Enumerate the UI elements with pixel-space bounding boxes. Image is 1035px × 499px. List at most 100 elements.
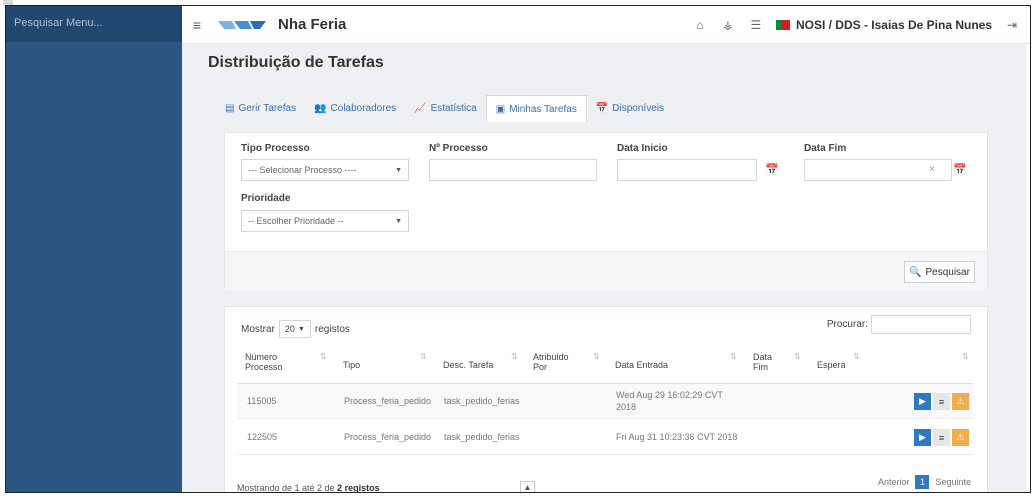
table-info-total: 2 registos xyxy=(337,483,380,493)
chart-icon: 📈 xyxy=(414,103,427,114)
tipo-processo-value: --- Selecionar Processo ---- xyxy=(248,165,357,175)
app-logo xyxy=(218,20,266,29)
calendar-icon: 📅 xyxy=(595,103,609,114)
data-inicio-input[interactable] xyxy=(617,159,757,181)
sort-icon[interactable]: ⇅ xyxy=(420,352,427,361)
alert-icon[interactable]: ⚠ xyxy=(952,429,969,446)
pager-current-page[interactable]: 1 xyxy=(915,475,930,489)
tab-colaboradores[interactable]: 👥 Colaboradores xyxy=(305,95,405,122)
sort-icon[interactable]: ⇅ xyxy=(962,352,969,361)
tab-label: Disponíveis xyxy=(612,103,664,114)
num-processo-label: Nº Processo xyxy=(429,143,488,154)
search-button-label: Pesquisar xyxy=(925,266,970,278)
page-length-control: Mostrar 20 ▼ registos xyxy=(241,320,350,338)
task-icon: ▣ xyxy=(495,103,506,115)
app-title: Nha Feria xyxy=(278,16,347,33)
col-data-fim[interactable]: Data Fim xyxy=(753,352,781,372)
table-row[interactable]: 115005 Process_feria_pedido task_pedido_… xyxy=(237,384,973,419)
cell-desc: task_pedido_ferias xyxy=(444,432,520,442)
prioridade-select[interactable]: -- Escolher Prioridade -- ▼ xyxy=(241,210,409,232)
col-numero-processo[interactable]: Número Processo xyxy=(245,352,305,372)
pager-prev[interactable]: Anterior xyxy=(878,477,910,487)
calendar-icon[interactable]: 📅 xyxy=(765,163,779,176)
tab-label: Colaboradores xyxy=(330,103,397,114)
tab-disponiveis[interactable]: 📅 Disponíveis xyxy=(587,95,673,122)
users-icon: 👥 xyxy=(314,103,327,114)
user-menu[interactable]: NOSI / DDS - Isaias De Pina Nunes xyxy=(775,18,992,32)
table-search: Procurar: xyxy=(827,315,971,334)
filter-fields: Tipo Processo --- Selecionar Processo --… xyxy=(225,133,987,251)
tasks-table-panel: Mostrar 20 ▼ registos Procurar: Número P… xyxy=(224,306,988,493)
tipo-processo-select[interactable]: --- Selecionar Processo ---- ▼ xyxy=(241,159,409,181)
tab-minhas-tarefas[interactable]: ▣ Minhas Tarefas xyxy=(485,95,587,122)
filter-footer: 🔍 Pesquisar xyxy=(225,251,987,290)
list-icon[interactable]: ☰ xyxy=(748,18,764,32)
search-icon: 🔍 xyxy=(909,266,922,278)
tab-estatistica[interactable]: 📈 Estatística xyxy=(405,95,486,122)
page-length-select[interactable]: 20 ▼ xyxy=(278,320,311,338)
table-row[interactable]: 122505 Process_feria_pedido task_pedido_… xyxy=(237,420,973,455)
row-actions: ▶ ≡ ⚠ xyxy=(914,393,969,410)
sitemap-icon[interactable]: ⚶ xyxy=(720,18,736,32)
show-label: Mostrar xyxy=(241,323,275,335)
sidebar-search-input[interactable]: Pesquisar Menu... xyxy=(6,6,182,42)
sidebar: Pesquisar Menu... xyxy=(6,6,182,492)
prioridade-label: Prioridade xyxy=(241,193,291,204)
num-processo-input[interactable] xyxy=(429,159,597,181)
details-icon[interactable]: ≡ xyxy=(933,393,950,410)
tab-label: Estatística xyxy=(430,103,477,114)
cell-tipo: Process_feria_pedido xyxy=(344,396,432,406)
scroll-to-top-button[interactable]: ▲ xyxy=(520,481,535,492)
col-data-entrada[interactable]: Data Entrada xyxy=(615,360,668,370)
caret-down-icon: ▼ xyxy=(395,166,402,174)
page-length-value: 20 xyxy=(284,324,295,334)
caret-down-icon: ▼ xyxy=(297,325,305,333)
cell-data-entrada: Wed Aug 29 16:02:29 CVT 2018 xyxy=(616,390,723,412)
calendar-icon[interactable]: 📅 xyxy=(953,163,967,176)
main-content: Distribuição de Tarefas ▤ Gerir Tarefas … xyxy=(182,44,1030,492)
sort-icon[interactable]: ⇅ xyxy=(511,352,518,361)
play-icon[interactable]: ▶ xyxy=(914,393,931,410)
cell-desc: task_pedido_ferias xyxy=(444,396,520,406)
list-icon: ▤ xyxy=(225,103,235,114)
col-tipo[interactable]: Tipo xyxy=(343,360,360,370)
cell-numero: 115005 xyxy=(247,396,277,406)
cell-tipo: Process_feria_pedido xyxy=(344,432,432,442)
pagination: Anterior 1 Seguinte xyxy=(878,475,971,489)
logout-icon[interactable]: ⇥ xyxy=(1004,18,1020,32)
sort-icon[interactable]: ⇅ xyxy=(794,352,801,361)
app-frame: Pesquisar Menu... ≡ Nha Feria ⌂ ⚶ ☰ NOSI… xyxy=(5,5,1031,493)
details-icon[interactable]: ≡ xyxy=(933,429,950,446)
data-inicio-label: Data Inicio xyxy=(617,143,668,154)
top-header: ≡ Nha Feria ⌂ ⚶ ☰ NOSI / DDS - Isaias De… xyxy=(182,6,1030,44)
play-icon[interactable]: ▶ xyxy=(914,429,931,446)
caret-down-icon: ▼ xyxy=(395,217,402,225)
sort-icon[interactable]: ⇅ xyxy=(730,352,737,361)
col-espera[interactable]: Espera xyxy=(817,360,846,370)
alert-icon[interactable]: ⚠ xyxy=(952,393,969,410)
search-button[interactable]: 🔍 Pesquisar xyxy=(904,261,975,283)
home-icon[interactable]: ⌂ xyxy=(692,18,708,32)
tab-bar: ▤ Gerir Tarefas 👥 Colaboradores 📈 Estatí… xyxy=(216,95,673,122)
header-toolbar: ⌂ ⚶ ☰ NOSI / DDS - Isaias De Pina Nunes … xyxy=(692,18,1030,32)
records-label: registos xyxy=(314,323,350,335)
pager-next[interactable]: Seguinte xyxy=(935,477,971,487)
filter-panel: Tipo Processo --- Selecionar Processo --… xyxy=(224,132,988,290)
right-gutter xyxy=(1026,44,1030,492)
table-search-label: Procurar: xyxy=(826,319,868,330)
table-search-input[interactable] xyxy=(871,315,971,334)
sort-icon[interactable]: ⇅ xyxy=(320,352,327,361)
clear-icon[interactable]: × xyxy=(929,164,935,175)
col-atribuido-por[interactable]: Atribuido Por xyxy=(533,352,577,372)
col-desc-tarefa[interactable]: Desc. Tarefa xyxy=(443,360,493,370)
flag-icon xyxy=(775,19,790,30)
cell-data-entrada: Fri Aug 31 10:23:36 CVT 2018 xyxy=(616,432,738,442)
row-actions: ▶ ≡ ⚠ xyxy=(914,429,969,446)
data-fim-label: Data Fim xyxy=(804,143,847,154)
sort-icon[interactable]: ⇅ xyxy=(593,352,600,361)
tab-gerir-tarefas[interactable]: ▤ Gerir Tarefas xyxy=(216,95,305,122)
sort-icon[interactable]: ⇅ xyxy=(853,352,860,361)
menu-icon[interactable]: ≡ xyxy=(182,17,212,33)
table-info: Mostrando de 1 até 2 de 2 registos xyxy=(237,483,380,493)
cell-numero: 122505 xyxy=(247,432,278,442)
